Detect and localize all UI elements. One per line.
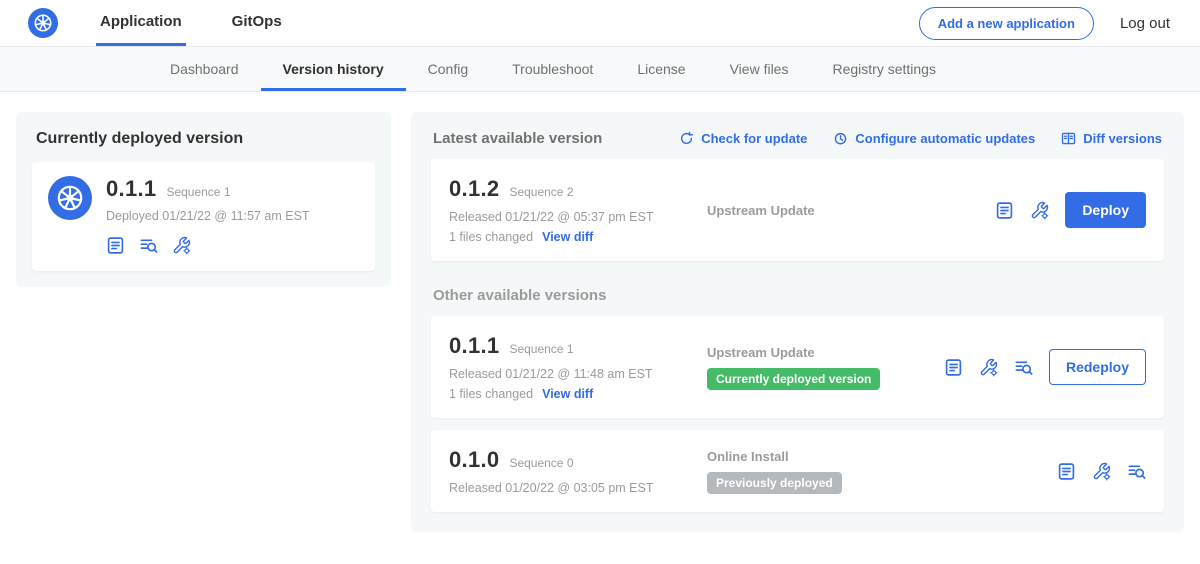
tab-application[interactable]: Application <box>96 0 186 46</box>
version-number: 0.1.1 <box>449 333 499 359</box>
app-icon <box>48 176 92 220</box>
currently-deployed-badge: Currently deployed version <box>707 368 880 390</box>
files-changed-label: 1 files changed <box>449 230 533 244</box>
sequence-label: Sequence 0 <box>509 456 573 470</box>
diff-versions-link[interactable]: Diff versions <box>1061 131 1162 146</box>
diff-versions-label: Diff versions <box>1083 131 1162 146</box>
view-diff-link[interactable]: View diff <box>542 387 593 401</box>
deployed-panel-title: Currently deployed version <box>36 130 371 148</box>
version-source: Online Install <box>707 449 1057 464</box>
subnav-tab-dashboard[interactable]: Dashboard <box>148 47 261 91</box>
subnav-tab-registry-settings[interactable]: Registry settings <box>810 47 957 91</box>
diff-icon[interactable] <box>139 236 158 255</box>
deployed-timestamp: Deployed 01/21/22 @ 11:57 am EST <box>106 209 310 223</box>
release-notes-icon[interactable] <box>995 201 1014 220</box>
released-timestamp: Released 01/21/22 @ 05:37 pm EST <box>449 210 707 224</box>
kubernetes-logo-icon <box>28 8 58 38</box>
subnav-tab-version-history[interactable]: Version history <box>261 47 406 91</box>
tab-gitops[interactable]: GitOps <box>228 0 286 46</box>
previously-deployed-badge: Previously deployed <box>707 472 842 494</box>
subnav-tab-view-files[interactable]: View files <box>708 47 811 91</box>
version-number: 0.1.2 <box>449 176 499 202</box>
deployed-version-number: 0.1.1 <box>106 176 156 202</box>
sequence-label: Sequence 2 <box>509 185 573 199</box>
diff-icon[interactable] <box>1127 462 1146 481</box>
edit-config-icon[interactable] <box>1030 201 1049 220</box>
view-diff-link[interactable]: View diff <box>542 230 593 244</box>
subnav-tab-troubleshoot[interactable]: Troubleshoot <box>490 47 615 91</box>
currently-deployed-panel: Currently deployed version 0.1.1 Sequenc… <box>16 112 391 287</box>
diff-icon[interactable] <box>1014 358 1033 377</box>
logout-link[interactable]: Log out <box>1120 15 1170 32</box>
clock-icon <box>833 131 848 146</box>
latest-available-title: Latest available version <box>433 130 602 147</box>
deployed-version-card: 0.1.1 Sequence 1 Deployed 01/21/22 @ 11:… <box>32 162 375 271</box>
version-row: 0.1.2 Sequence 2 Released 01/21/22 @ 05:… <box>431 159 1164 261</box>
version-row: 0.1.0 Sequence 0 Released 01/20/22 @ 03:… <box>431 430 1164 512</box>
main-content: Currently deployed version 0.1.1 Sequenc… <box>0 92 1200 552</box>
check-for-update-link[interactable]: Check for update <box>679 131 807 146</box>
subnav-tab-config[interactable]: Config <box>406 47 490 91</box>
diff-versions-icon <box>1061 131 1076 146</box>
files-changed-label: 1 files changed <box>449 387 533 401</box>
deploy-button[interactable]: Deploy <box>1065 192 1146 228</box>
refresh-icon <box>679 131 694 146</box>
topnav-right: Add a new application Log out <box>919 0 1170 46</box>
version-source: Upstream Update <box>707 345 944 360</box>
available-versions-panel: Latest available version Check for updat… <box>411 112 1184 532</box>
sequence-label: Sequence 1 <box>509 342 573 356</box>
released-timestamp: Released 01/21/22 @ 11:48 am EST <box>449 367 707 381</box>
version-source: Upstream Update <box>707 203 995 218</box>
redeploy-button[interactable]: Redeploy <box>1049 349 1146 385</box>
subnav-tab-license[interactable]: License <box>615 47 707 91</box>
release-notes-icon[interactable] <box>944 358 963 377</box>
version-row: 0.1.1 Sequence 1 Released 01/21/22 @ 11:… <box>431 316 1164 418</box>
add-application-button[interactable]: Add a new application <box>919 7 1094 40</box>
other-versions-title: Other available versions <box>433 287 1162 304</box>
configure-automatic-updates-link[interactable]: Configure automatic updates <box>833 131 1035 146</box>
deployed-version-info: 0.1.1 Sequence 1 Deployed 01/21/22 @ 11:… <box>106 176 310 255</box>
edit-config-icon[interactable] <box>172 236 191 255</box>
release-notes-icon[interactable] <box>106 236 125 255</box>
deployed-sequence-label: Sequence 1 <box>166 185 230 199</box>
top-navbar: Application GitOps Add a new application… <box>0 0 1200 47</box>
edit-config-icon[interactable] <box>979 358 998 377</box>
configure-updates-label: Configure automatic updates <box>855 131 1035 146</box>
app-subnav: Dashboard Version history Config Trouble… <box>0 47 1200 92</box>
brand <box>28 0 58 46</box>
release-notes-icon[interactable] <box>1057 462 1076 481</box>
version-number: 0.1.0 <box>449 447 499 473</box>
check-for-update-label: Check for update <box>701 131 807 146</box>
edit-config-icon[interactable] <box>1092 462 1111 481</box>
released-timestamp: Released 01/20/22 @ 03:05 pm EST <box>449 481 707 495</box>
